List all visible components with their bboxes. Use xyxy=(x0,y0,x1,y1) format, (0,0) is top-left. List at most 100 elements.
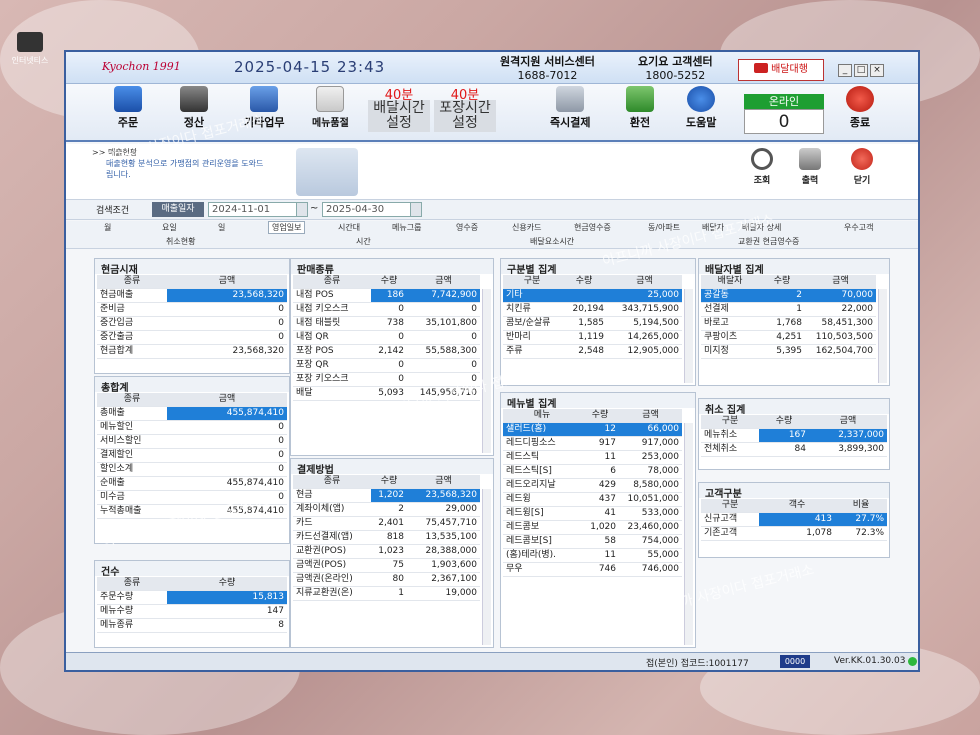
table-row[interactable]: 레드콤보[S] 58 754,000 xyxy=(503,535,682,549)
table-row[interactable]: 메뉴종류 8 xyxy=(97,619,287,633)
table-row[interactable]: 계좌이체(앱) 2 29,000 xyxy=(293,503,480,517)
tab-driver[interactable]: 배달자 xyxy=(702,222,724,233)
table-row[interactable]: 중간입금 0 xyxy=(97,317,287,331)
delivery-time-setting[interactable]: 40분 배달시간 설정 xyxy=(368,84,430,132)
other-work-button[interactable]: 기타업무 xyxy=(244,86,284,130)
tab-cancel-status[interactable]: 취소현황 xyxy=(166,236,195,247)
table-row[interactable]: (홈)테라(병). 11 55,000 xyxy=(503,549,682,563)
table-row[interactable]: 현금매출 23,568,320 xyxy=(97,289,287,303)
tab-cash-receipt[interactable]: 현금영수증 xyxy=(574,222,611,233)
table-row[interactable]: 레드디핑소스 917 917,000 xyxy=(503,437,682,451)
scrollbar[interactable] xyxy=(878,289,887,383)
delivery-agency-button[interactable]: 배달대행 xyxy=(738,59,824,81)
table-row[interactable]: 메뉴취소 167 2,337,000 xyxy=(701,429,887,443)
table-row[interactable]: 금액권(POS) 75 1,903,600 xyxy=(293,559,480,573)
table-row[interactable]: 중간출금 0 xyxy=(97,331,287,345)
start-calendar-dropdown[interactable] xyxy=(296,202,308,217)
table-row[interactable]: 쿠팡이츠 4,251 110,503,500 xyxy=(701,331,876,345)
date-type-button[interactable]: 매출일자 xyxy=(152,202,204,217)
table-row[interactable]: 서비스할인 0 xyxy=(97,435,287,449)
table-row[interactable]: 레드윙 437 10,051,000 xyxy=(503,493,682,507)
table-row[interactable]: 포장 POS 2,142 55,588,300 xyxy=(293,345,480,359)
table-row[interactable]: 레드오리지날 429 8,580,000 xyxy=(503,479,682,493)
instant-pay-button[interactable]: 즉시결제 xyxy=(550,86,590,130)
desktop-shortcut[interactable]: 인터넷티스 xyxy=(4,32,56,66)
exchange-button[interactable]: 환전 xyxy=(626,86,654,130)
tab-apartment[interactable]: 동/아파트 xyxy=(648,222,680,233)
table-row[interactable]: 샐러드(홈) 12 66,000 xyxy=(503,423,682,437)
table-row[interactable]: 주류 2,548 12,905,000 xyxy=(503,345,682,359)
scrollbar[interactable] xyxy=(482,289,491,453)
settlement-button[interactable]: 정산 xyxy=(180,86,208,130)
table-row[interactable]: 레드콤보 1,020 23,460,000 xyxy=(503,521,682,535)
tab-day[interactable]: 일 xyxy=(218,222,225,233)
table-row[interactable]: 할인소계 0 xyxy=(97,463,287,477)
table-row[interactable]: 공갈동 2 70,000 xyxy=(701,289,876,303)
table-row[interactable]: 포장 QR 0 0 xyxy=(293,359,480,373)
view-button[interactable]: 조회 xyxy=(742,148,782,186)
table-row[interactable]: 내점 키오스크 0 0 xyxy=(293,303,480,317)
order-button[interactable]: 주문 xyxy=(114,86,142,130)
table-row[interactable]: 교환권(POS) 1,023 28,388,000 xyxy=(293,545,480,559)
table-row[interactable]: 치킨류 20,194 343,715,900 xyxy=(503,303,682,317)
menu-soldout-button[interactable]: 메뉴품절 xyxy=(312,86,349,129)
tab-timeslot[interactable]: 시간대 xyxy=(338,222,360,233)
table-row[interactable]: 선결제 1 22,000 xyxy=(701,303,876,317)
table-row[interactable]: 금액권(온라인) 80 2,367,100 xyxy=(293,573,480,587)
table-row[interactable]: 순매출 455,874,410 xyxy=(97,477,287,491)
table-row[interactable]: 미지정 5,395 162,504,700 xyxy=(701,345,876,359)
table-row[interactable]: 포장 키오스크 0 0 xyxy=(293,373,480,387)
tab-weekday[interactable]: 요일 xyxy=(162,222,177,233)
table-row[interactable]: 준비금 0 xyxy=(97,303,287,317)
exit-button[interactable]: 종료 xyxy=(846,86,874,130)
start-date-input[interactable]: 2024-11-01 xyxy=(208,202,308,217)
close-report-button[interactable]: 닫기 xyxy=(842,148,882,186)
table-row[interactable]: 레드스틱 11 253,000 xyxy=(503,451,682,465)
tab-menu-group[interactable]: 메뉴그룹 xyxy=(392,222,421,233)
scrollbar[interactable] xyxy=(684,289,693,383)
table-row[interactable]: 내점 QR 0 0 xyxy=(293,331,480,345)
online-orders[interactable]: 온라인 0 xyxy=(744,94,824,134)
table-row[interactable]: 전체취소 84 3,899,300 xyxy=(701,443,887,457)
tab-daily-report[interactable]: 영업일보 xyxy=(268,221,306,234)
tab-credit-card[interactable]: 신용카드 xyxy=(512,222,541,233)
table-row[interactable]: 기타 25,000 xyxy=(503,289,682,303)
table-row[interactable]: 무우 746 746,000 xyxy=(503,563,682,577)
pack-time-setting[interactable]: 40분 포장시간 설정 xyxy=(434,84,496,132)
table-row[interactable]: 레드윙[S] 41 533,000 xyxy=(503,507,682,521)
close-window-button[interactable]: × xyxy=(870,64,884,77)
table-row[interactable]: 결제할인 0 xyxy=(97,449,287,463)
table-row[interactable]: 메뉴할인 0 xyxy=(97,421,287,435)
help-button[interactable]: 도움말 xyxy=(686,86,716,130)
table-row[interactable]: 주문수량 15,813 xyxy=(97,591,287,605)
table-row[interactable]: 내점 태블릿 738 35,101,800 xyxy=(293,317,480,331)
table-row[interactable]: 현금합계 23,568,320 xyxy=(97,345,287,359)
tab-voucher-cash-receipt[interactable]: 교환권 현금영수증 xyxy=(738,236,799,247)
print-button[interactable]: 출력 xyxy=(790,148,830,186)
table-row[interactable]: 기존고객 1,078 72.3% xyxy=(701,527,887,541)
table-row[interactable]: 메뉴수량 147 xyxy=(97,605,287,619)
table-row[interactable]: 배달 5,093 145,956,710 xyxy=(293,387,480,401)
scrollbar[interactable] xyxy=(684,423,693,645)
table-row[interactable]: 현금 1,202 23,568,320 xyxy=(293,489,480,503)
maximize-button[interactable]: □ xyxy=(854,64,868,77)
table-row[interactable]: 바로고 1,768 58,451,300 xyxy=(701,317,876,331)
table-row[interactable]: 지류교환권(온) 1 19,000 xyxy=(293,587,480,601)
end-date-input[interactable]: 2025-04-30 xyxy=(322,202,422,217)
tab-month[interactable]: 월 xyxy=(104,222,111,233)
table-row[interactable]: 카드 2,401 75,457,710 xyxy=(293,517,480,531)
table-row[interactable]: 카드선결제(앱) 818 13,535,100 xyxy=(293,531,480,545)
tab-vip-customer[interactable]: 우수고객 xyxy=(844,222,873,233)
table-row[interactable]: 누적총매출 455,874,410 xyxy=(97,505,287,519)
table-row[interactable]: 콤보/순살류 1,585 5,194,500 xyxy=(503,317,682,331)
table-row[interactable]: 신규고객 413 27.7% xyxy=(701,513,887,527)
scrollbar[interactable] xyxy=(482,489,491,645)
tab-receipt[interactable]: 영수증 xyxy=(456,222,478,233)
table-row[interactable]: 총매출 455,874,410 xyxy=(97,407,287,421)
tab-time[interactable]: 시간 xyxy=(356,236,371,247)
tab-delivery-time[interactable]: 배달요소시간 xyxy=(530,236,574,247)
table-row[interactable]: 반마리 1,119 14,265,000 xyxy=(503,331,682,345)
tab-driver-detail[interactable]: 배달자 상세 xyxy=(742,222,781,233)
table-row[interactable]: 레드스틱[S] 6 78,000 xyxy=(503,465,682,479)
table-row[interactable]: 미수금 0 xyxy=(97,491,287,505)
